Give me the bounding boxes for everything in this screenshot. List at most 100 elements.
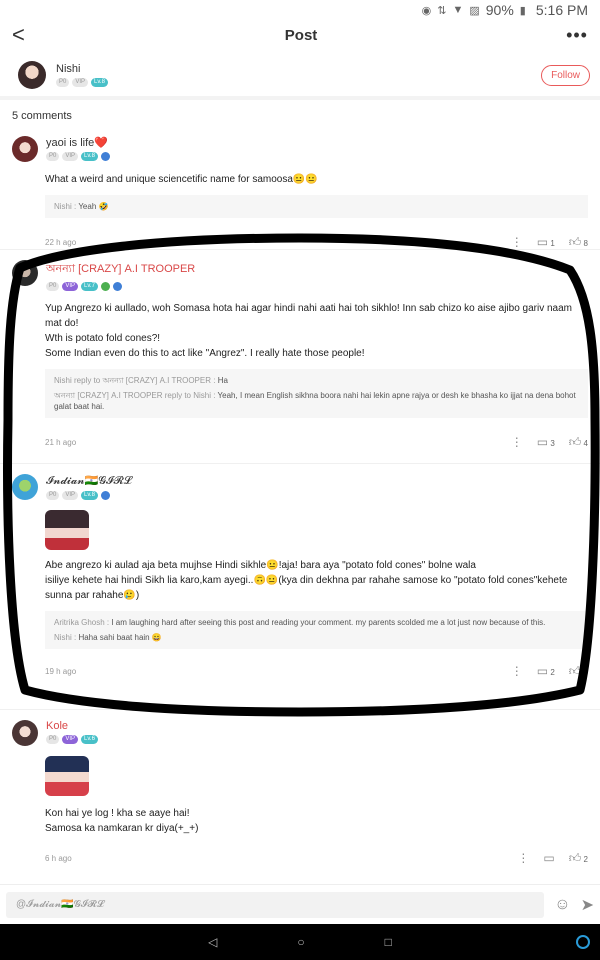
comment-text: Abe angrezo ki aulad aja beta mujhse Hin… — [45, 560, 568, 601]
reply-button[interactable]: ▭ 3 — [537, 435, 555, 449]
system-nav-bar: ◁ ○ □ — [0, 924, 600, 960]
comment-icon: ▭ — [536, 235, 549, 249]
author-badges: P0 VIP Lv.8 — [56, 78, 541, 87]
send-icon[interactable]: ➤ — [581, 895, 594, 915]
reply-user: Nishi reply to অনন্যা [CRAZY] A.I TROOPE… — [54, 376, 212, 385]
reply-preview[interactable]: Aritrika Ghosh : I am laughing hard afte… — [45, 611, 588, 649]
comment-username[interactable]: yaoi is life❤️ — [46, 136, 110, 149]
comment-item: yaoi is life❤️ P0 VIP Lv.8 What a weird … — [0, 126, 600, 250]
comment-item: Kole P0 VIP Lv.6 Kon hai ye log ! kha se… — [0, 710, 600, 880]
rank-badge: P0 — [46, 491, 60, 500]
post-author-row: Nishi P0 VIP Lv.8 Follow — [0, 54, 600, 100]
vip-badge: VIP — [62, 282, 79, 291]
reply-text: I am laughing hard after seeing this pos… — [111, 618, 546, 627]
comment-time: 22 h ago — [45, 237, 77, 247]
status-bar: ◉ ⇅ ▼ ▨ 90% ▮ 5:16 PM — [0, 0, 600, 20]
data-transfer-icon: ⇅ — [437, 4, 447, 17]
avatar[interactable] — [12, 260, 38, 286]
verified-icon — [100, 152, 110, 161]
author-name[interactable]: Nishi — [56, 63, 541, 75]
level-badge: Lv.7 — [81, 282, 98, 291]
reply-text: Ha — [217, 376, 228, 385]
comment-text: Yup Angrezo ki aullado, woh Somasa hota … — [45, 303, 573, 359]
thumbs-up-icon: 👍︎ — [568, 663, 582, 678]
rank-badge: P0 — [56, 78, 70, 87]
comment-item: অনন্যা [CRAZY] A.I TROOPER P0 VIP Lv.7 Y… — [0, 250, 600, 464]
comment-icon: ▭ — [543, 851, 555, 865]
more-options-icon[interactable]: ••• — [566, 25, 588, 46]
comment-item: 𝓘𝓷𝓭𝓲𝓪𝓷🇮🇳𝓖𝓘𝓡𝓛 P0 VIP Lv.8 Abe angrezo ki … — [0, 464, 600, 710]
vip-badge: VIP — [62, 491, 79, 500]
thumbs-up-icon: 👍︎ — [568, 234, 582, 249]
vip-badge: VIP — [62, 735, 79, 744]
comment-composer: @𝓘𝓷𝓭𝓲𝓪𝓷🇮🇳𝓖𝓘𝓡𝓛 ☺ ➤ — [0, 884, 600, 924]
avatar[interactable] — [12, 136, 38, 162]
more-vertical-icon[interactable]: ⋮ — [511, 435, 523, 449]
alexa-status-icon: ◉ — [421, 4, 432, 17]
avatar[interactable] — [12, 720, 38, 746]
battery-icon: ▮ — [519, 4, 526, 17]
comment-username[interactable]: 𝓘𝓷𝓭𝓲𝓪𝓷🇮🇳𝓖𝓘𝓡𝓛 — [46, 474, 132, 488]
reply-user: অনন্যা [CRAZY] A.I TROOPER reply to Nish… — [54, 391, 212, 400]
nav-back-icon[interactable]: ◁ — [208, 935, 217, 949]
more-vertical-icon[interactable]: ⋮ — [511, 664, 523, 678]
no-sim-icon: ▨ — [469, 4, 480, 17]
rank-badge: P0 — [46, 152, 60, 161]
like-button[interactable]: 👍︎ 4 — [569, 435, 588, 450]
reply-text: Yeah 🤣 — [78, 202, 109, 211]
more-vertical-icon[interactable]: ⋮ — [511, 235, 523, 249]
page-title: Post — [284, 26, 318, 44]
comment-time: 19 h ago — [45, 666, 77, 676]
comment-text: What a weird and unique sciencetific nam… — [45, 174, 318, 185]
reply-preview[interactable]: Nishi reply to অনন্যা [CRAZY] A.I TROOPE… — [45, 369, 588, 418]
like-button[interactable]: 👍︎ 8 — [569, 235, 588, 250]
comment-time: 21 h ago — [45, 437, 77, 447]
nav-home-icon[interactable]: ○ — [297, 935, 304, 949]
rank-badge: P0 — [46, 735, 60, 744]
rank-badge: P0 — [46, 282, 60, 291]
comment-text: Kon hai ye log ! kha se aaye hai! Samosa… — [45, 808, 199, 834]
level-badge: Lv.6 — [81, 735, 98, 744]
reply-user: Aritrika Ghosh — [54, 618, 105, 627]
comment-username[interactable]: অনন্যা [CRAZY] A.I TROOPER — [46, 260, 195, 279]
reply-button[interactable]: ▭ 2 — [537, 664, 555, 678]
reply-button[interactable]: ▭ 1 — [537, 235, 555, 249]
thumbs-up-icon: 👍︎ — [568, 850, 582, 865]
reply-user: Nishi — [54, 202, 72, 211]
level-badge: Lv.8 — [81, 152, 98, 161]
level-badge: Lv.8 — [91, 78, 108, 87]
clock: 5:16 PM — [535, 2, 588, 18]
emoji-icon[interactable]: ☺ — [554, 896, 570, 914]
assistant-icon[interactable] — [576, 935, 590, 949]
vip-badge: VIP — [72, 78, 89, 87]
avatar[interactable] — [12, 474, 38, 500]
like-button[interactable]: 👍︎ 3 — [569, 664, 588, 679]
sticker-image — [45, 756, 89, 796]
comment-icon: ▭ — [536, 664, 549, 678]
reply-preview[interactable]: Nishi : Yeah 🤣 — [45, 195, 588, 218]
level-badge: Lv.8 — [81, 491, 98, 500]
comment-username[interactable]: Kole — [46, 720, 98, 732]
sticker-image — [45, 510, 89, 550]
comments-count: 5 comments — [12, 110, 72, 122]
battery-percent: 90% — [485, 2, 514, 18]
thumbs-up-icon: 👍︎ — [568, 434, 582, 449]
reply-button[interactable]: ▭ — [543, 851, 554, 865]
comment-icon: ▭ — [536, 435, 549, 449]
reply-user: Nishi — [54, 633, 72, 642]
reply-text: Haha sahi baat hain 😄 — [78, 633, 162, 642]
verified-icon — [112, 282, 122, 291]
avatar[interactable] — [18, 61, 46, 89]
vip-badge: VIP — [62, 152, 79, 161]
app-header: < Post ••• — [0, 20, 600, 50]
verified-icon — [100, 491, 110, 500]
nav-recents-icon[interactable]: □ — [385, 935, 392, 949]
comment-input[interactable]: @𝓘𝓷𝓭𝓲𝓪𝓷🇮🇳𝓖𝓘𝓡𝓛 — [6, 891, 545, 918]
comment-time: 6 h ago — [45, 853, 72, 863]
wifi-icon: ▼ — [452, 4, 464, 16]
like-button[interactable]: 👍︎ 2 — [569, 851, 588, 866]
back-icon[interactable]: < — [12, 22, 36, 48]
follow-button[interactable]: Follow — [541, 64, 590, 86]
more-vertical-icon[interactable]: ⋮ — [517, 851, 529, 865]
achievement-icon — [100, 282, 110, 291]
